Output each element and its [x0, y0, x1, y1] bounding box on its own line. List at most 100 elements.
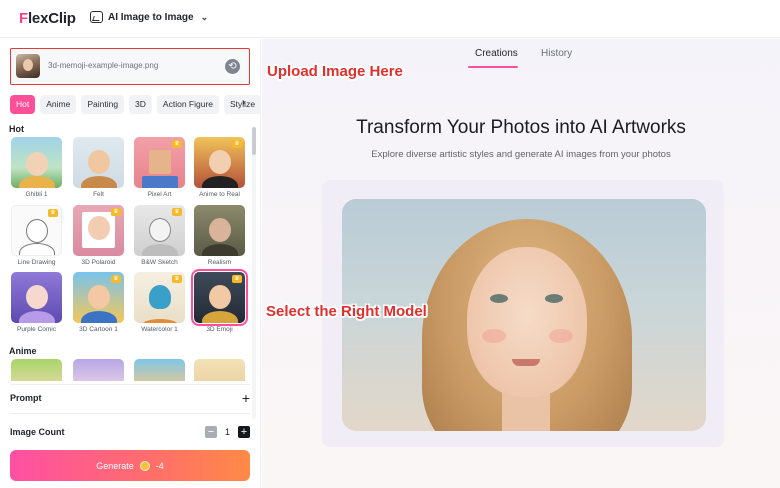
- model-card-anime-to-real[interactable]: ♛ Anime to Real: [194, 137, 245, 198]
- model-thumbnail: ♛: [73, 272, 124, 323]
- generate-button[interactable]: Generate -4: [10, 450, 250, 481]
- model-label: 3D Polaroid: [81, 259, 116, 266]
- premium-crown-icon: ♛: [111, 208, 121, 216]
- style-tabs: Hot Anime Painting 3D Action Figure Styl…: [10, 95, 262, 114]
- tab-3d[interactable]: 3D: [129, 95, 152, 114]
- model-card-bw-sketch[interactable]: ♛ B&W Sketch: [134, 205, 185, 266]
- model-figure: [87, 150, 110, 175]
- model-card-3d-polaroid[interactable]: ♛ 3D Polaroid: [73, 205, 124, 266]
- top-bar: FlexClip AI Image to Image ⌄: [0, 0, 780, 38]
- model-figure: [208, 218, 231, 243]
- plus-icon[interactable]: +: [242, 390, 250, 406]
- model-card-realism[interactable]: Realism: [194, 205, 245, 266]
- model-thumbnail: [11, 272, 62, 323]
- tool-selector[interactable]: AI Image to Image ⌄: [90, 11, 208, 23]
- model-card-3d-emoji[interactable]: ♛ 3D Emoji: [191, 269, 248, 333]
- increment-button[interactable]: +: [238, 426, 250, 438]
- model-label: Anime to Real: [199, 191, 240, 198]
- premium-crown-icon: ♛: [232, 140, 242, 148]
- tab-action-figure[interactable]: Action Figure: [156, 95, 220, 114]
- premium-crown-icon: ♛: [172, 275, 182, 283]
- model-label: 3D Cartoon 1: [79, 326, 118, 333]
- model-label: Purple Comic: [16, 326, 56, 333]
- model-card-purple-comic[interactable]: Purple Comic: [11, 272, 62, 333]
- chevron-right-icon[interactable]: ›: [242, 97, 245, 108]
- chevron-down-icon: ⌄: [200, 11, 209, 22]
- model-thumbnail: ♛: [191, 269, 248, 326]
- annotation-upload: Upload Image Here: [267, 63, 403, 80]
- model-figure: [208, 150, 231, 175]
- model-card-felt[interactable]: Felt: [73, 137, 124, 198]
- model-figure-body: [141, 176, 178, 188]
- section-hot-title: Hot: [9, 124, 24, 134]
- tab-painting[interactable]: Painting: [81, 95, 125, 114]
- tab-anime[interactable]: Anime: [40, 95, 77, 114]
- tab-creations[interactable]: Creations: [475, 48, 518, 59]
- model-label: Ghibli 1: [25, 191, 48, 198]
- model-card-ghibli-1[interactable]: Ghibli 1: [11, 137, 62, 198]
- model-thumbnail: ♛: [73, 205, 124, 256]
- image-count-stepper: − 1 +: [204, 426, 250, 438]
- model-figure-body: [141, 244, 178, 256]
- replace-image-icon[interactable]: ⟲: [225, 59, 240, 74]
- generate-cost: -4: [155, 460, 164, 471]
- model-figure: [25, 285, 48, 310]
- anime-model-thumbnail[interactable]: [134, 359, 185, 381]
- decrement-button[interactable]: −: [204, 426, 217, 438]
- model-thumbnail: [73, 137, 124, 188]
- main-panel: Creations History Transform Your Photos …: [262, 39, 780, 488]
- portrait-eye: [490, 294, 508, 303]
- logo-mark: F: [19, 10, 28, 27]
- flexclip-logo[interactable]: FlexClip: [19, 10, 76, 27]
- premium-crown-icon: ♛: [172, 208, 182, 216]
- portrait-cheek: [482, 329, 506, 343]
- prompt-label: Prompt: [10, 393, 42, 403]
- tab-history[interactable]: History: [541, 48, 572, 59]
- model-thumbnail: ♛: [134, 137, 185, 188]
- tab-hot[interactable]: Hot: [10, 95, 36, 114]
- hero-subtitle: Explore diverse artistic styles and gene…: [371, 149, 671, 160]
- model-thumbnail: ♛: [194, 137, 245, 188]
- model-figure: [25, 152, 48, 177]
- model-figure-body: [141, 319, 178, 323]
- generate-label: Generate: [96, 460, 134, 471]
- credit-coin-icon: [139, 460, 150, 471]
- model-thumbnail: [11, 137, 62, 188]
- model-label: 3D Emoji: [206, 326, 233, 333]
- portrait-mouth: [512, 359, 540, 366]
- image-count-label: Image Count: [10, 427, 65, 437]
- model-label: Felt: [93, 191, 104, 198]
- prompt-row[interactable]: Prompt +: [10, 386, 250, 410]
- image-icon: [90, 11, 103, 23]
- model-card-line-drawing[interactable]: ♛ Line Drawing: [11, 205, 62, 266]
- portrait-eye: [545, 294, 563, 303]
- anime-model-thumbnail[interactable]: [11, 359, 62, 381]
- model-figure-body: [80, 311, 117, 323]
- tool-label: AI Image to Image: [108, 11, 194, 23]
- uploaded-file-name: 3d-memoji-example-image.png: [48, 61, 159, 70]
- annotation-model: Select the Right Model: [266, 303, 427, 320]
- image-count-value: 1: [224, 427, 230, 437]
- anime-model-thumbnail[interactable]: [194, 359, 245, 381]
- model-thumbnail: ♛: [11, 205, 62, 256]
- model-figure-body: [80, 176, 117, 188]
- model-card-3d-cartoon-1[interactable]: ♛ 3D Cartoon 1: [73, 272, 124, 333]
- premium-crown-icon: ♛: [111, 275, 121, 283]
- active-tab-indicator: [468, 66, 518, 68]
- portrait-cheek: [549, 329, 573, 343]
- scrollbar-thumb[interactable]: [252, 127, 256, 155]
- model-card-watercolor-1[interactable]: ♛ Watercolor 1: [134, 272, 185, 333]
- model-figure: [87, 285, 110, 310]
- anime-model-thumbnail[interactable]: [73, 359, 124, 381]
- model-figure-body: [18, 243, 55, 255]
- model-figure: [148, 150, 171, 175]
- model-thumbnail: ♛: [134, 205, 185, 256]
- model-figure-body: [201, 311, 238, 323]
- divider: [10, 384, 250, 385]
- model-label: Line Drawing: [17, 259, 56, 266]
- model-figure: [25, 218, 48, 243]
- scrollbar[interactable]: [252, 127, 256, 419]
- model-figure-body: [201, 176, 238, 188]
- model-card-pixel-art[interactable]: ♛ Pixel Art: [134, 137, 185, 198]
- upload-area[interactable]: 3d-memoji-example-image.png ⟲: [10, 48, 250, 85]
